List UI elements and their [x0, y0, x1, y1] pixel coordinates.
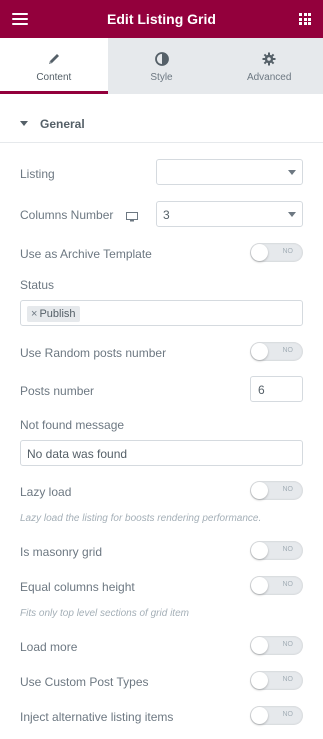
- tab-label: Style: [150, 72, 173, 83]
- toggle-state: NO: [282, 248, 294, 255]
- chevron-down-icon: [288, 212, 296, 217]
- toggle-state: NO: [282, 546, 294, 553]
- panel-tabs: Content Style Advanced: [0, 38, 323, 94]
- lazy-hint: Lazy load the listing for boosts renderi…: [20, 513, 262, 524]
- contrast-icon: [108, 52, 216, 66]
- toggle-state: NO: [282, 711, 294, 718]
- toggle-knob: [251, 672, 268, 689]
- toggle-knob: [251, 542, 268, 559]
- loadmore-toggle[interactable]: NO: [250, 636, 303, 655]
- posts-value: 6: [258, 383, 265, 397]
- random-label: Use Random posts number: [20, 346, 167, 360]
- listing-select[interactable]: [156, 159, 303, 185]
- toggle-state: NO: [282, 676, 294, 683]
- toggle-knob: [251, 343, 268, 360]
- masonry-label: Is masonry grid: [20, 545, 103, 559]
- status-multiselect[interactable]: × Publish: [20, 300, 303, 326]
- masonry-toggle[interactable]: NO: [250, 541, 303, 560]
- notfound-value: No data was found: [27, 447, 128, 461]
- custom-toggle[interactable]: NO: [250, 671, 303, 690]
- custom-label: Use Custom Post Types: [20, 675, 149, 689]
- status-label: Status: [20, 278, 55, 292]
- lazy-label: Lazy load: [20, 485, 72, 499]
- panel-title: Edit Listing Grid: [107, 11, 216, 27]
- toggle-state: NO: [282, 347, 294, 354]
- notfound-label: Not found message: [20, 418, 125, 432]
- archive-label: Use as Archive Template: [20, 247, 152, 261]
- toggle-knob: [251, 482, 268, 499]
- pencil-icon: [0, 52, 108, 66]
- equal-label: Equal columns height: [20, 580, 135, 594]
- caret-down-icon: [20, 121, 28, 126]
- columns-value: 3: [163, 208, 170, 222]
- toggle-knob: [251, 637, 268, 654]
- random-toggle[interactable]: NO: [250, 342, 303, 361]
- posts-label: Posts number: [20, 384, 95, 398]
- inject-toggle[interactable]: NO: [250, 706, 303, 725]
- tab-label: Content: [36, 72, 72, 83]
- listing-label: Listing: [20, 167, 55, 181]
- section-general[interactable]: General: [0, 106, 323, 143]
- grid-icon[interactable]: [299, 13, 311, 25]
- columns-select[interactable]: 3: [156, 201, 303, 227]
- inject-label: Inject alternative listing items: [20, 710, 174, 724]
- tab-style[interactable]: Style: [108, 38, 216, 94]
- controls-panel: General Listing Columns Number 3 Use as …: [0, 94, 323, 739]
- section-title: General: [40, 117, 85, 131]
- tab-label: Advanced: [246, 72, 292, 83]
- tab-advanced[interactable]: Advanced: [215, 38, 323, 94]
- toggle-state: NO: [282, 581, 294, 588]
- tab-content[interactable]: Content: [0, 38, 108, 94]
- toggle-knob: [251, 707, 268, 724]
- toggle-state: NO: [282, 641, 294, 648]
- tag-label: Publish: [39, 308, 76, 320]
- toggle-knob: [251, 244, 268, 261]
- posts-number-input[interactable]: 6: [250, 376, 303, 402]
- loadmore-label: Load more: [20, 640, 78, 654]
- chevron-down-icon: [288, 170, 296, 175]
- lazy-toggle[interactable]: NO: [250, 481, 303, 500]
- notfound-input[interactable]: No data was found: [20, 440, 303, 466]
- columns-label: Columns Number: [20, 208, 114, 222]
- remove-tag-icon[interactable]: ×: [31, 308, 37, 320]
- gear-icon: [215, 52, 323, 66]
- editor-header: Edit Listing Grid: [0, 0, 323, 38]
- archive-toggle[interactable]: NO: [250, 243, 303, 262]
- status-tag: × Publish: [27, 306, 80, 322]
- toggle-knob: [251, 577, 268, 594]
- equal-toggle[interactable]: NO: [250, 576, 303, 595]
- toggle-state: NO: [282, 486, 294, 493]
- desktop-icon[interactable]: [126, 209, 138, 222]
- equal-hint: Fits only top level sections of grid ite…: [20, 608, 189, 619]
